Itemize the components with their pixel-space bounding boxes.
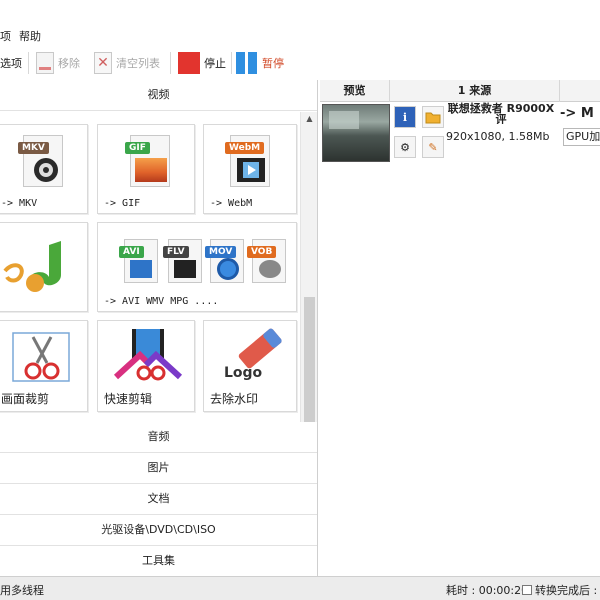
menu-item-help[interactable]: 帮助 — [19, 28, 41, 44]
after-convert-label: 转换完成后 : — [535, 584, 598, 597]
column-source[interactable]: 1 来源 — [390, 80, 560, 102]
mov-badge: MOV — [205, 246, 237, 258]
target-format: -> M — [560, 106, 594, 121]
tile-other-formats[interactable]: AVI FLV MOV VOB -> AVI WMV MPG .... — [97, 222, 297, 312]
category-optical-drive[interactable]: 光驱设备\DVD\CD\ISO — [0, 515, 317, 546]
toolbar-separator — [231, 52, 232, 74]
column-preview[interactable]: 预览 — [320, 80, 390, 102]
gear-icon[interactable]: ⚙ — [394, 136, 416, 158]
tile-other-formats-label: -> AVI WMV MPG .... — [104, 296, 219, 307]
vob-file-icon: VOB — [247, 239, 286, 283]
edit-clip-icon[interactable]: ✎ — [422, 136, 444, 158]
film-scissors-icon — [113, 329, 183, 381]
table-row[interactable]: i ⚙ ✎ 联想拯救者 R9000X评 920x1080, 1.58Mb -> … — [320, 102, 600, 162]
mkv-file-icon: MKV — [18, 135, 63, 187]
after-convert-checkbox[interactable] — [522, 585, 532, 595]
file-list-header: 预览 1 来源 — [320, 80, 600, 102]
crop-scissors-icon — [12, 332, 70, 382]
elapsed-time: 耗时 : 00:00:20 — [446, 584, 529, 597]
remove-button[interactable]: 移除 — [36, 50, 80, 76]
tile-webm[interactable]: WebM -> WebM — [203, 124, 297, 214]
toolbar-separator — [28, 52, 29, 74]
remove-label: 移除 — [58, 57, 80, 70]
tile-quick-clip[interactable]: 快速剪辑 — [97, 320, 195, 412]
tile-audio[interactable] — [0, 222, 88, 312]
options-label: 选项 — [0, 57, 22, 70]
tile-remove-watermark[interactable]: Logo 去除水印 — [203, 320, 297, 412]
status-bar: 用多线程 耗时 : 00:00:20 转换完成后 : — [0, 576, 600, 600]
conversion-panel: 视频 MKV -> MKV GIF -> GIF WebM -> WebM AV… — [0, 80, 318, 577]
tile-mkv-label: -> MKV — [1, 198, 38, 209]
menu-item-task[interactable]: 项 — [0, 28, 11, 44]
category-audio[interactable]: 音频 — [0, 422, 317, 453]
menubar: 项 帮助 — [0, 24, 600, 46]
tile-gif[interactable]: GIF -> GIF — [97, 124, 195, 214]
pause-icon — [236, 52, 258, 74]
after-convert-option[interactable]: 转换完成后 : — [522, 582, 597, 598]
flv-badge: FLV — [163, 246, 189, 258]
music-note-icon — [3, 241, 61, 292]
clear-x-icon: ✕ — [94, 52, 112, 74]
category-toolset[interactable]: 工具集 — [0, 546, 317, 577]
clear-list-button[interactable]: ✕ 清空列表 — [94, 50, 160, 76]
column-target[interactable] — [560, 80, 600, 102]
video-thumbnail — [322, 104, 390, 162]
toolbar: 选项 移除 ✕ 清空列表 停止 暂停 — [0, 46, 600, 80]
stop-icon — [178, 52, 200, 74]
info-icon[interactable]: i — [394, 106, 416, 128]
vob-badge: VOB — [247, 246, 277, 258]
tile-gif-label: -> GIF — [104, 198, 141, 209]
scroll-up-arrow-icon[interactable]: ▲ — [301, 112, 318, 126]
logo-text: Logo — [224, 365, 263, 381]
webm-file-icon: WebM — [225, 135, 270, 187]
tile-crop[interactable]: 画面裁剪 — [0, 320, 88, 412]
tile-webm-label: -> WebM — [210, 198, 253, 209]
document-remove-icon — [36, 52, 54, 74]
tile-mkv[interactable]: MKV -> MKV — [0, 124, 88, 214]
stop-label: 停止 — [204, 57, 226, 70]
avi-badge: AVI — [119, 246, 144, 258]
app-window: 项 帮助 选项 移除 ✕ 清空列表 停止 暂停 视频 MKV -> MKV GI… — [0, 0, 600, 600]
source-file-info: 920x1080, 1.58Mb — [446, 130, 550, 143]
clear-list-label: 清空列表 — [116, 57, 160, 70]
sunset-image-icon — [135, 158, 167, 182]
category-image[interactable]: 图片 — [0, 453, 317, 484]
file-list: 预览 1 来源 i ⚙ ✎ 联想拯救者 R9000X评 920x1080, 1.… — [320, 80, 600, 576]
pause-label: 暂停 — [262, 57, 284, 70]
pause-button[interactable]: 暂停 — [236, 50, 284, 76]
tile-quick-clip-label: 快速剪辑 — [104, 392, 153, 406]
tile-remove-watermark-label: 去除水印 — [210, 392, 259, 406]
avi-file-icon: AVI — [119, 239, 158, 283]
gif-file-icon: GIF — [125, 135, 170, 187]
gpu-accel-dropdown[interactable]: GPU加 — [563, 128, 600, 146]
source-file-name: 联想拯救者 R9000X评 — [447, 102, 555, 124]
gif-badge: GIF — [125, 142, 150, 154]
multithread-label: 用多线程 — [0, 584, 44, 597]
options-button[interactable]: 选项 — [0, 50, 22, 76]
stop-button[interactable]: 停止 — [178, 50, 226, 76]
folder-icon[interactable] — [422, 106, 444, 128]
category-video[interactable]: 视频 — [0, 80, 317, 111]
toolbar-separator — [170, 52, 171, 74]
mov-file-icon: MOV — [205, 239, 244, 283]
flv-file-icon: FLV — [163, 239, 202, 283]
tile-crop-label: 画面裁剪 — [1, 392, 50, 406]
category-document[interactable]: 文档 — [0, 484, 317, 515]
